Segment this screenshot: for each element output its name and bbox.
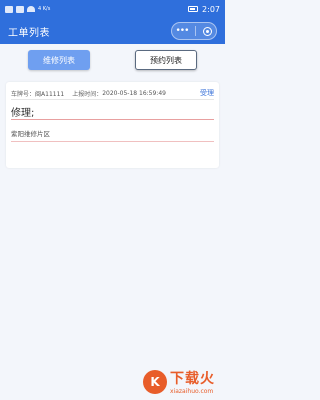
status-bar: 4 K/s 2:07 <box>0 0 225 18</box>
close-target-icon[interactable] <box>203 26 213 36</box>
accept-button[interactable]: 受理 <box>200 88 214 98</box>
page-title: 工单列表 <box>8 27 50 39</box>
battery-icon <box>188 6 199 12</box>
navigation-bar: 工单列表 ••• <box>0 18 225 44</box>
more-icon[interactable]: ••• <box>176 26 190 36</box>
network-speed: 4 K/s <box>38 5 51 12</box>
status-right: 2:07 <box>188 5 220 14</box>
divider <box>11 141 214 142</box>
watermark-url: xiazaihuo.com <box>170 388 214 395</box>
wifi-icon <box>27 6 35 12</box>
divider <box>11 119 214 120</box>
miniprogram-capsule: ••• <box>171 22 217 40</box>
watermark-text: 下载火 xiazaihuo.com <box>170 368 215 395</box>
status-left: 4 K/s <box>5 5 51 13</box>
capsule-divider <box>195 26 197 36</box>
watermark-logo-icon: K <box>143 369 167 394</box>
report-time-label: 上报时间： <box>72 90 103 98</box>
service-type: 修理; <box>11 108 35 119</box>
report-time: 2020-05-18 16:59:49 <box>102 89 166 97</box>
repair-area: 紫阳维修片区 <box>11 130 50 138</box>
plate-label: 车牌号： <box>11 90 36 98</box>
clock: 2:07 <box>202 4 220 14</box>
watermark: K 下载火 xiazaihuo.com <box>143 368 215 395</box>
watermark-name: 下载火 <box>170 371 215 387</box>
tab-repair-list[interactable]: 维修列表 <box>28 50 90 70</box>
tab-appointment-list[interactable]: 预约列表 <box>135 50 197 70</box>
notification-icon <box>5 5 13 13</box>
divider <box>11 99 214 100</box>
plate-number: 闽A11111 <box>35 90 65 98</box>
work-order-card[interactable]: 车牌号： 闽A11111 上报时间： 2020-05-18 16:59:49 受… <box>6 82 219 168</box>
order-header: 车牌号： 闽A11111 上报时间： 2020-05-18 16:59:49 受… <box>11 88 214 98</box>
image-icon <box>16 5 24 13</box>
